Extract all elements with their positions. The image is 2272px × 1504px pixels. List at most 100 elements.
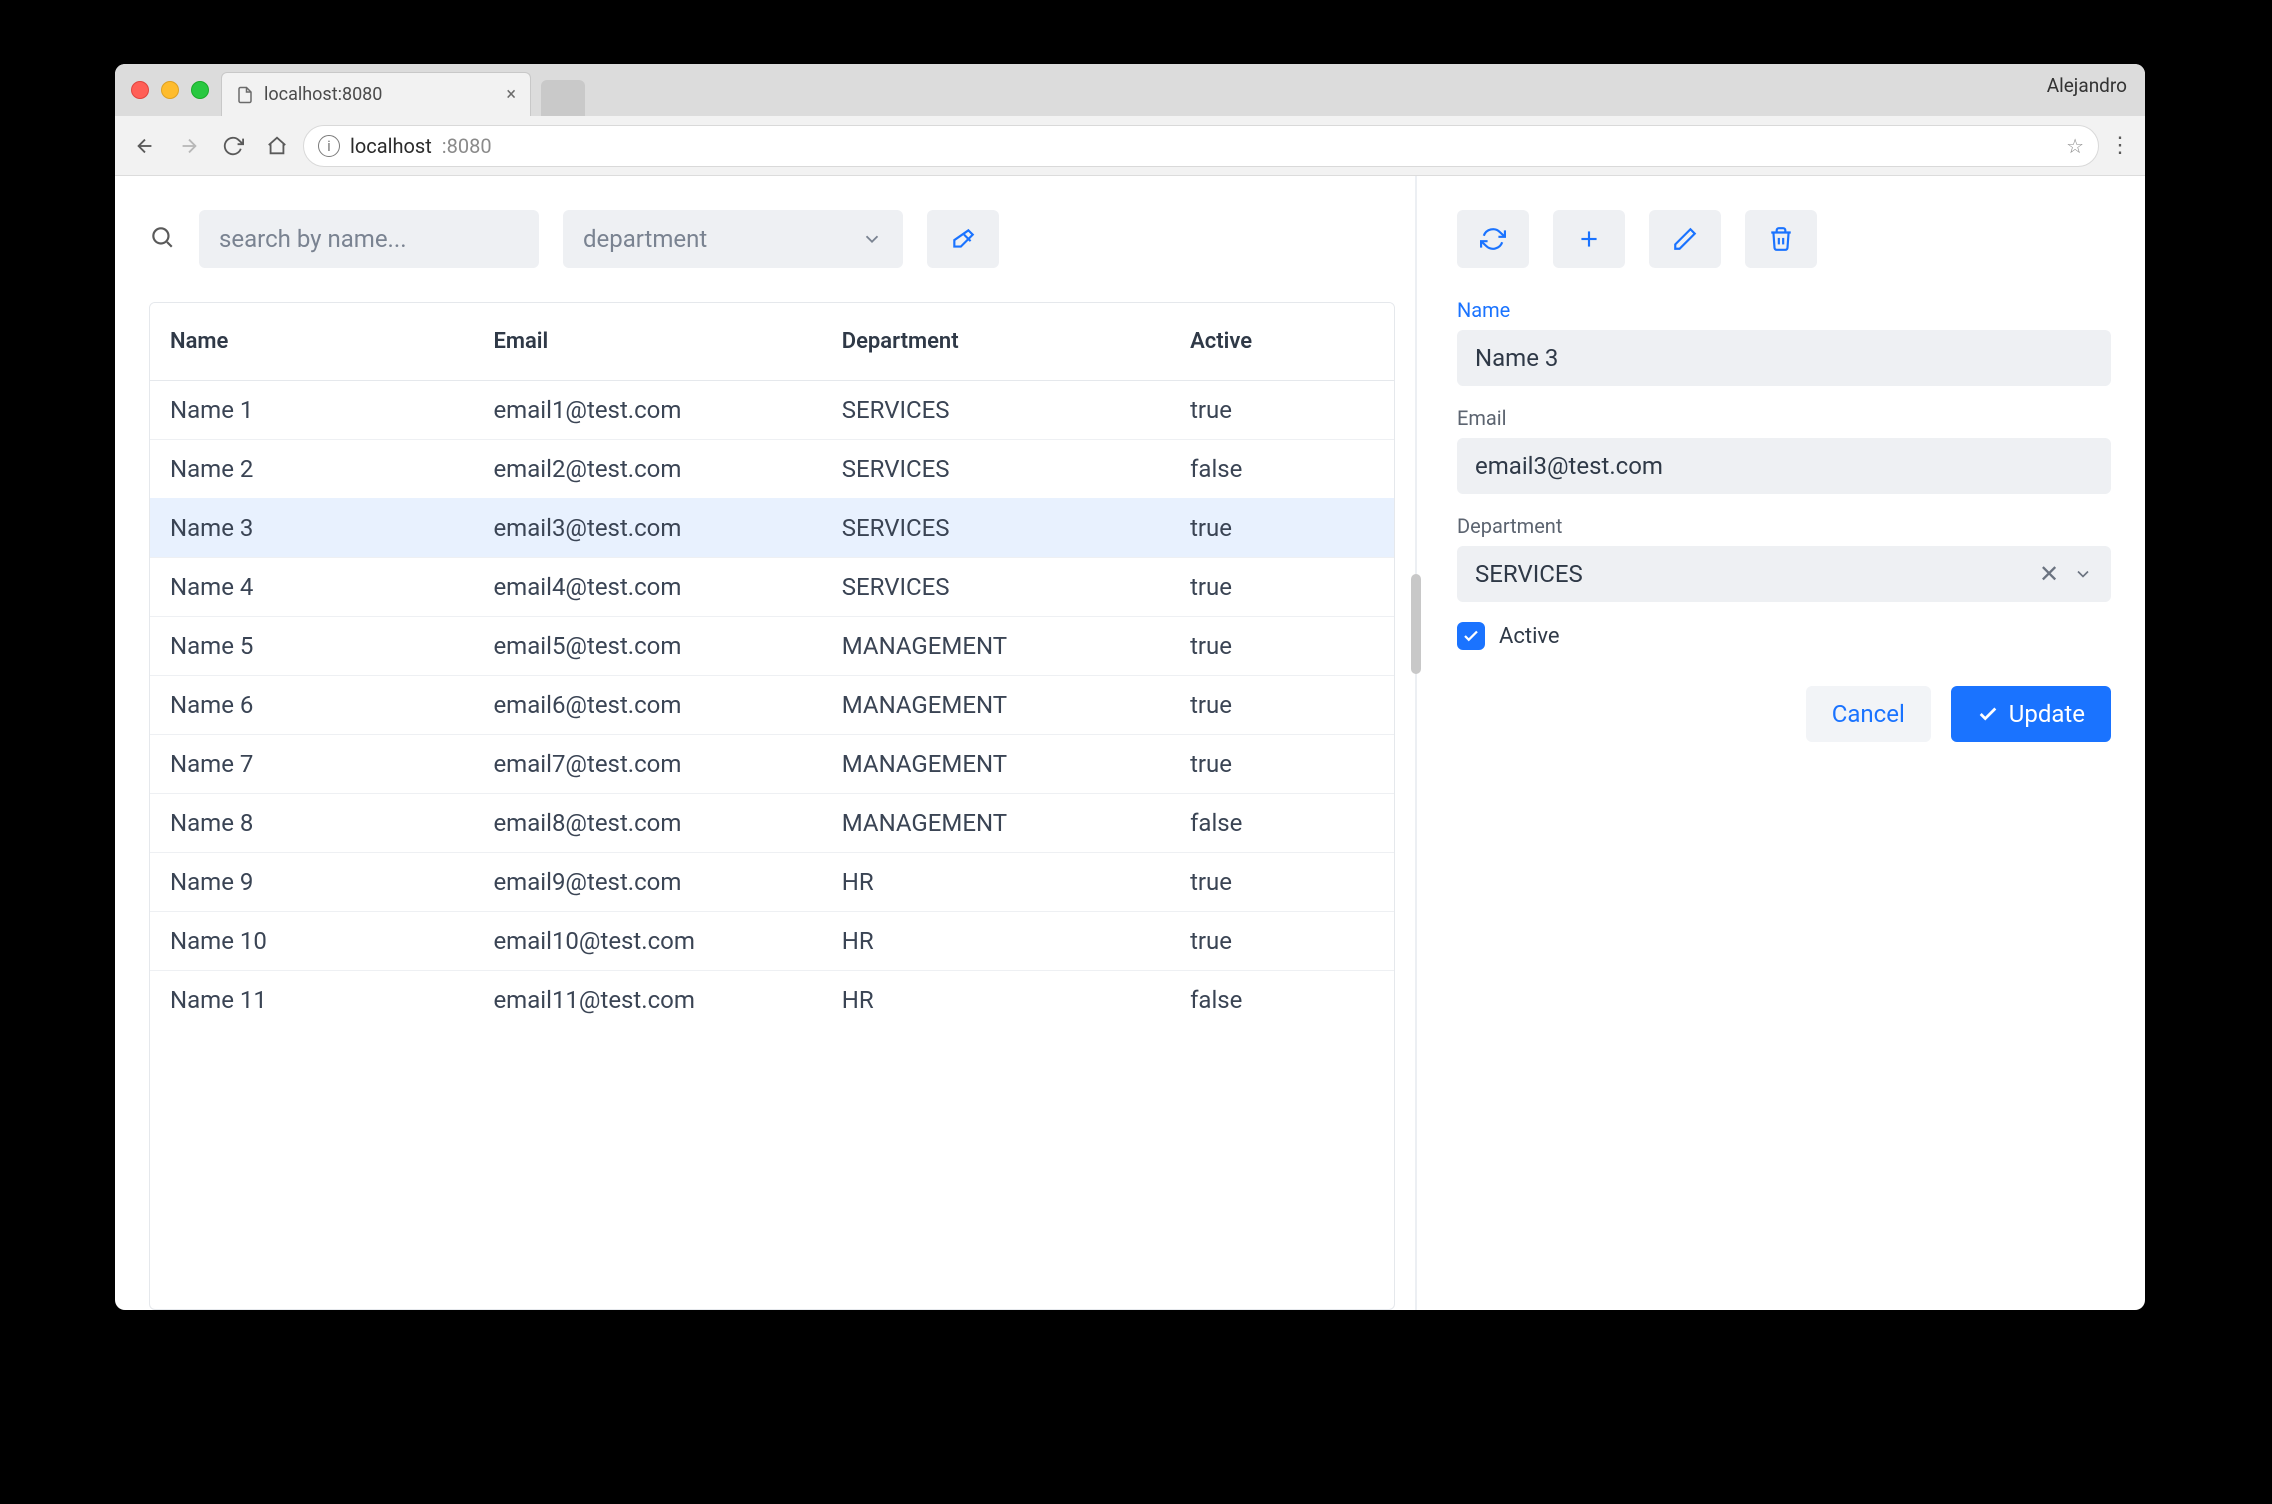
forward-button[interactable] bbox=[171, 128, 207, 164]
table-row[interactable]: Name 10email10@test.comHRtrue bbox=[150, 912, 1394, 971]
minimize-window-button[interactable] bbox=[161, 81, 179, 99]
cell-department: SERVICES bbox=[822, 381, 1170, 440]
cell-department: MANAGEMENT bbox=[822, 617, 1170, 676]
scrollbar-thumb[interactable] bbox=[1411, 574, 1421, 674]
browser-chrome: localhost:8080 × Alejandro i localhost:8… bbox=[115, 64, 2145, 176]
email-field[interactable]: email3@test.com bbox=[1457, 438, 2111, 494]
eraser-icon bbox=[950, 226, 976, 252]
table-row[interactable]: Name 5email5@test.comMANAGEMENTtrue bbox=[150, 617, 1394, 676]
table-row[interactable]: Name 9email9@test.comHRtrue bbox=[150, 853, 1394, 912]
cell-department: SERVICES bbox=[822, 499, 1170, 558]
delete-button[interactable] bbox=[1745, 210, 1817, 268]
table-row[interactable]: Name 6email6@test.comMANAGEMENTtrue bbox=[150, 676, 1394, 735]
cell-email: email3@test.com bbox=[473, 499, 821, 558]
cell-email: email11@test.com bbox=[473, 971, 821, 1030]
search-placeholder: search by name... bbox=[219, 225, 407, 253]
cell-email: email2@test.com bbox=[473, 440, 821, 499]
cell-department: MANAGEMENT bbox=[822, 794, 1170, 853]
refresh-icon bbox=[1480, 226, 1506, 252]
check-icon bbox=[1462, 627, 1480, 645]
table-row[interactable]: Name 7email7@test.comMANAGEMENTtrue bbox=[150, 735, 1394, 794]
col-department[interactable]: Department bbox=[822, 303, 1170, 381]
table-row[interactable]: Name 2email2@test.comSERVICESfalse bbox=[150, 440, 1394, 499]
reload-icon bbox=[222, 135, 244, 157]
cell-name: Name 2 bbox=[150, 440, 473, 499]
arrow-left-icon bbox=[134, 135, 156, 157]
chevron-down-icon[interactable] bbox=[2073, 564, 2093, 584]
cell-active: true bbox=[1170, 558, 1394, 617]
edit-button[interactable] bbox=[1649, 210, 1721, 268]
chevron-down-icon bbox=[861, 228, 883, 250]
new-tab-button[interactable] bbox=[541, 80, 585, 116]
search-icon bbox=[149, 224, 175, 254]
cell-name: Name 6 bbox=[150, 676, 473, 735]
cell-active: true bbox=[1170, 381, 1394, 440]
plus-icon bbox=[1576, 226, 1602, 252]
cell-name: Name 5 bbox=[150, 617, 473, 676]
table-row[interactable]: Name 8email8@test.comMANAGEMENTfalse bbox=[150, 794, 1394, 853]
cancel-button[interactable]: Cancel bbox=[1806, 686, 1931, 742]
bookmark-star-icon[interactable]: ☆ bbox=[2066, 134, 2084, 158]
col-email[interactable]: Email bbox=[473, 303, 821, 381]
action-toolbar bbox=[1457, 210, 2111, 268]
name-field[interactable]: Name 3 bbox=[1457, 330, 2111, 386]
close-window-button[interactable] bbox=[131, 81, 149, 99]
department-placeholder: department bbox=[583, 225, 707, 253]
url-port: :8080 bbox=[442, 134, 492, 158]
url-host: localhost bbox=[350, 134, 432, 158]
update-label: Update bbox=[2009, 700, 2085, 728]
page-content: search by name... department Name Ema bbox=[115, 176, 2145, 1310]
profile-name[interactable]: Alejandro bbox=[2047, 74, 2127, 97]
browser-tab[interactable]: localhost:8080 × bbox=[221, 72, 531, 116]
department-filter[interactable]: department bbox=[563, 210, 903, 268]
cell-department: SERVICES bbox=[822, 558, 1170, 617]
clear-select-icon[interactable]: ✕ bbox=[2039, 564, 2059, 584]
table-row[interactable]: Name 4email4@test.comSERVICEStrue bbox=[150, 558, 1394, 617]
table-row[interactable]: Name 3email3@test.comSERVICEStrue bbox=[150, 499, 1394, 558]
maximize-window-button[interactable] bbox=[191, 81, 209, 99]
check-icon bbox=[1977, 703, 1999, 725]
update-button[interactable]: Update bbox=[1951, 686, 2111, 742]
home-button[interactable] bbox=[259, 128, 295, 164]
department-value: SERVICES bbox=[1475, 560, 1583, 588]
browser-menu-button[interactable]: ⋮ bbox=[2107, 133, 2133, 158]
department-field[interactable]: SERVICES ✕ bbox=[1457, 546, 2111, 602]
col-name[interactable]: Name bbox=[150, 303, 473, 381]
add-button[interactable] bbox=[1553, 210, 1625, 268]
address-bar-row: i localhost :8080 ☆ ⋮ bbox=[115, 116, 2145, 176]
cell-email: email6@test.com bbox=[473, 676, 821, 735]
cell-name: Name 9 bbox=[150, 853, 473, 912]
reload-button[interactable] bbox=[215, 128, 251, 164]
back-button[interactable] bbox=[127, 128, 163, 164]
address-bar[interactable]: i localhost :8080 ☆ bbox=[303, 125, 2099, 167]
table-row[interactable]: Name 1email1@test.comSERVICEStrue bbox=[150, 381, 1394, 440]
refresh-button[interactable] bbox=[1457, 210, 1529, 268]
name-label: Name bbox=[1457, 298, 2111, 322]
cell-name: Name 1 bbox=[150, 381, 473, 440]
cell-name: Name 7 bbox=[150, 735, 473, 794]
active-checkbox[interactable] bbox=[1457, 622, 1485, 650]
trash-icon bbox=[1768, 226, 1794, 252]
cell-department: HR bbox=[822, 912, 1170, 971]
clear-filters-button[interactable] bbox=[927, 210, 999, 268]
col-active[interactable]: Active bbox=[1170, 303, 1394, 381]
close-tab-button[interactable]: × bbox=[506, 84, 516, 105]
cell-active: true bbox=[1170, 499, 1394, 558]
data-table: Name Email Department Active Name 1email… bbox=[149, 302, 1395, 1310]
cell-active: true bbox=[1170, 617, 1394, 676]
department-label: Department bbox=[1457, 514, 2111, 538]
tab-strip: localhost:8080 × Alejandro bbox=[115, 64, 2145, 116]
cell-active: true bbox=[1170, 912, 1394, 971]
cell-department: MANAGEMENT bbox=[822, 735, 1170, 794]
email-label: Email bbox=[1457, 406, 2111, 430]
cell-active: false bbox=[1170, 794, 1394, 853]
cell-email: email4@test.com bbox=[473, 558, 821, 617]
filter-toolbar: search by name... department bbox=[149, 210, 1395, 268]
site-info-icon[interactable]: i bbox=[318, 135, 340, 157]
table-row[interactable]: Name 11email11@test.comHRfalse bbox=[150, 971, 1394, 1030]
arrow-right-icon bbox=[178, 135, 200, 157]
pencil-icon bbox=[1672, 226, 1698, 252]
cancel-label: Cancel bbox=[1832, 700, 1905, 728]
search-input[interactable]: search by name... bbox=[199, 210, 539, 268]
cell-name: Name 4 bbox=[150, 558, 473, 617]
